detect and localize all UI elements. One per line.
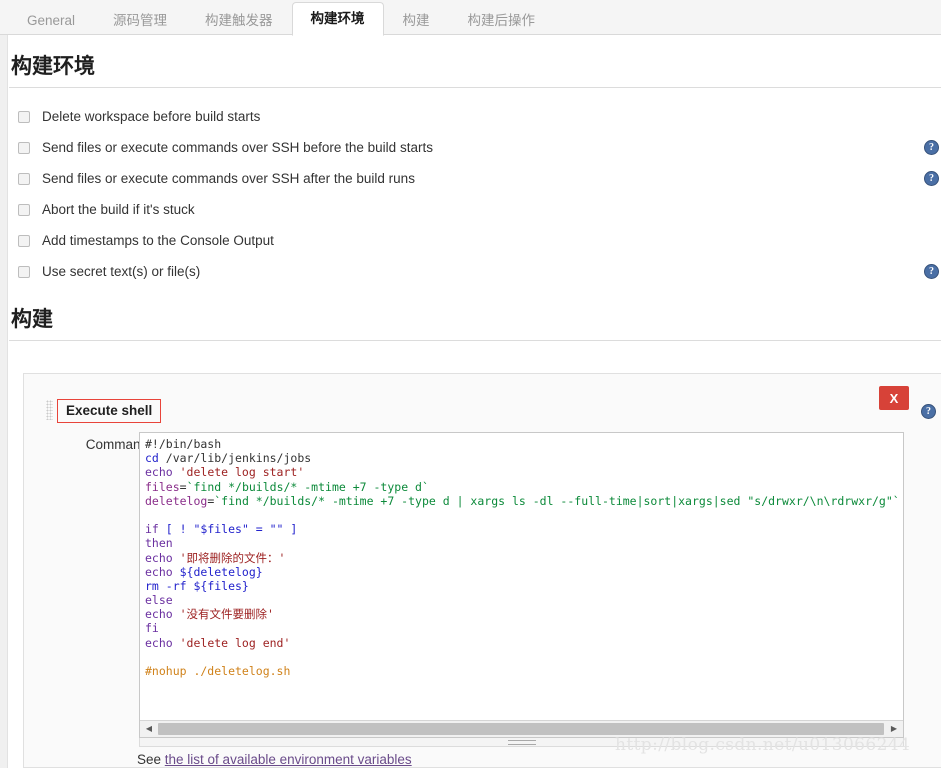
tab-active-3[interactable]: 构建环境 bbox=[291, 2, 384, 36]
code-token: fi bbox=[145, 621, 159, 636]
code-token: 'delete log start' bbox=[179, 465, 305, 480]
code-token: '没有文件要删除' bbox=[179, 607, 274, 622]
env-note-prefix: See bbox=[137, 752, 165, 767]
drag-handle-icon[interactable] bbox=[46, 400, 53, 420]
code-token: rm -rf bbox=[145, 578, 194, 593]
code-line: deletelog=`find */builds/* -mtime +7 -ty… bbox=[145, 494, 903, 508]
code-token: /var/lib/jenkins/jobs bbox=[165, 451, 312, 466]
code-line: rm -rf ${files} bbox=[145, 579, 903, 593]
code-token: else bbox=[145, 593, 173, 608]
code-token: echo bbox=[145, 550, 180, 565]
code-line: if [ ! "$files" = "" ] bbox=[145, 522, 903, 536]
command-label: Command bbox=[85, 437, 148, 452]
code-line: then bbox=[145, 536, 903, 550]
tab-1[interactable]: 源码管理 bbox=[94, 5, 186, 35]
code-token: echo bbox=[145, 465, 180, 480]
environment-variables-note: See the list of available environment va… bbox=[137, 752, 412, 767]
delete-build-step-button[interactable]: X bbox=[879, 386, 909, 410]
scroll-left-arrow-icon[interactable]: ◀ bbox=[141, 721, 157, 737]
code-line: echo 'delete log start' bbox=[145, 465, 903, 479]
help-icon[interactable]: ? bbox=[924, 171, 939, 186]
code-token: [ ! "$files" = "" ] bbox=[165, 522, 298, 537]
build-section: 构建 bbox=[9, 303, 941, 341]
code-token: then bbox=[145, 536, 173, 551]
checkbox[interactable] bbox=[18, 141, 30, 154]
checkbox-label[interactable]: Use secret text(s) or file(s) bbox=[42, 264, 200, 279]
checkbox[interactable] bbox=[18, 110, 30, 123]
checkbox[interactable] bbox=[18, 265, 30, 278]
build-environment-option-row: Add timestamps to the Console Output bbox=[9, 225, 941, 256]
code-token: #!/bin/bash bbox=[145, 437, 222, 451]
checkbox-label[interactable]: Delete workspace before build starts bbox=[42, 109, 260, 124]
code-token: if bbox=[145, 522, 166, 537]
page-title-build: 构建 bbox=[9, 303, 941, 341]
tab-0[interactable]: General bbox=[8, 5, 94, 35]
tab-4[interactable]: 构建 bbox=[384, 5, 449, 35]
code-line: else bbox=[145, 593, 903, 607]
code-token: echo bbox=[145, 607, 180, 622]
help-icon[interactable]: ? bbox=[924, 140, 939, 155]
checkbox-label[interactable]: Send files or execute commands over SSH … bbox=[42, 140, 433, 155]
code-token: `find */builds/* -mtime +7 -type d` bbox=[186, 479, 429, 494]
config-content: 构建环境 Delete workspace before build start… bbox=[9, 35, 941, 768]
checkbox-label[interactable]: Add timestamps to the Console Output bbox=[42, 233, 274, 248]
code-token: deletelog bbox=[145, 493, 208, 508]
tab-5[interactable]: 构建后操作 bbox=[449, 5, 555, 35]
tab-label: 构建环境 bbox=[310, 11, 365, 26]
code-token: echo bbox=[145, 635, 180, 650]
help-icon[interactable]: ? bbox=[924, 264, 939, 279]
config-tab-bar: General 源码管理 构建触发器 构建环境 构建 构建后操作 bbox=[0, 0, 941, 36]
tab-label: 构建触发器 bbox=[205, 13, 273, 28]
checkbox-label[interactable]: Abort the build if it's stuck bbox=[42, 202, 195, 217]
code-line: #nohup ./deletelog.sh bbox=[145, 664, 903, 678]
code-line: echo '没有文件要删除' bbox=[145, 607, 903, 621]
build-environment-option-row: Send files or execute commands over SSH … bbox=[9, 132, 941, 163]
build-environment-option-row: Send files or execute commands over SSH … bbox=[9, 163, 941, 194]
build-environment-option-row: Use secret text(s) or file(s)? bbox=[9, 256, 941, 287]
tab-2[interactable]: 构建触发器 bbox=[186, 5, 292, 35]
code-token: '即将删除的文件：' bbox=[179, 550, 286, 565]
code-token: echo bbox=[145, 564, 180, 579]
left-edge-stripe bbox=[0, 35, 8, 768]
checkbox[interactable] bbox=[18, 203, 30, 216]
code-token: = bbox=[179, 479, 187, 494]
build-environment-option-row: Abort the build if it's stuck bbox=[9, 194, 941, 225]
code-line: #!/bin/bash bbox=[145, 437, 903, 451]
code-token: `find */builds/* -mtime +7 -type d | xar… bbox=[214, 493, 900, 508]
watermark: http://blog.csdn.net/u013066244 bbox=[615, 735, 911, 755]
checkbox[interactable] bbox=[18, 234, 30, 247]
tab-label: 源码管理 bbox=[113, 13, 168, 28]
code-token: cd bbox=[145, 451, 166, 466]
help-icon[interactable]: ? bbox=[921, 404, 936, 419]
code-token: #nohup ./deletelog.sh bbox=[145, 664, 291, 678]
command-input[interactable]: #!/bin/bash cd /var/lib/jenkins/jobs echo … bbox=[140, 433, 903, 720]
tab-label: 构建 bbox=[402, 13, 430, 28]
code-line: echo 'delete log end' bbox=[145, 636, 903, 650]
execute-shell-panel: Execute shell X ? Command #!/bin/bash cd … bbox=[23, 373, 941, 768]
scrollbar-thumb[interactable] bbox=[158, 723, 884, 735]
code-line: fi bbox=[145, 621, 903, 635]
code-line: cd /var/lib/jenkins/jobs bbox=[145, 451, 903, 465]
code-token: 'delete log end' bbox=[179, 635, 291, 650]
environment-variables-link[interactable]: the list of available environment variab… bbox=[165, 752, 412, 767]
build-environment-section: 构建环境 bbox=[9, 50, 941, 88]
checkbox-label[interactable]: Send files or execute commands over SSH … bbox=[42, 171, 415, 186]
code-token: ${deletelog} bbox=[179, 564, 263, 579]
build-step-title: Execute shell bbox=[57, 399, 162, 423]
code-line: echo ${deletelog} bbox=[145, 565, 903, 579]
tab-label: General bbox=[27, 13, 76, 28]
build-environment-option-list: Delete workspace before build starts Send… bbox=[9, 101, 941, 287]
checkbox[interactable] bbox=[18, 172, 30, 185]
tab-list: General 源码管理 构建触发器 构建环境 构建 构建后操作 bbox=[8, 0, 555, 36]
command-textarea-wrapper: #!/bin/bash cd /var/lib/jenkins/jobs echo … bbox=[139, 432, 904, 738]
tab-label: 构建后操作 bbox=[467, 13, 536, 28]
code-line: echo '即将删除的文件：' bbox=[145, 551, 903, 565]
page-title-build-environment: 构建环境 bbox=[9, 50, 941, 88]
code-line: files=`find */builds/* -mtime +7 -type d… bbox=[145, 480, 903, 494]
code-token: files bbox=[145, 479, 180, 494]
build-environment-option-row: Delete workspace before build starts bbox=[9, 101, 941, 132]
code-token: ${files} bbox=[193, 578, 249, 593]
